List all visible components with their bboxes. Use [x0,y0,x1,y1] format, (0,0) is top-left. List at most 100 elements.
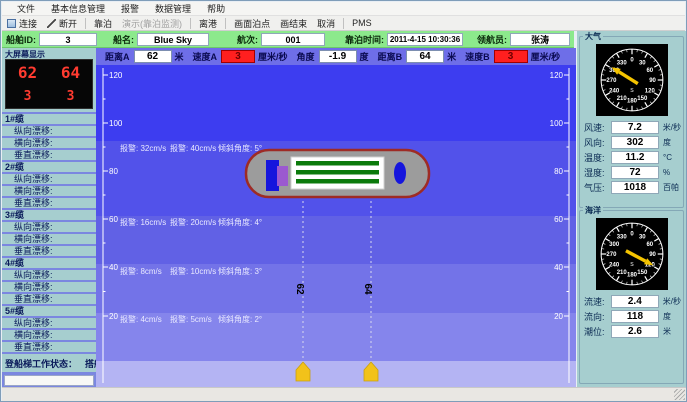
menu-item[interactable]: 文件 [10,1,42,16]
menu-item[interactable]: 报警 [114,1,146,16]
gauge-label: 210 [616,96,627,102]
tick-label: 80 [554,167,563,176]
gauge-label: 300 [609,242,620,248]
info-field-voyage: 航次:001 [237,33,325,46]
environment-panel: 大气 0306090120150180210240270300330S 风速:7… [577,31,686,387]
field-unit-wind-direction: 度 [663,137,671,148]
cable-item: 横向漂移: [2,282,96,292]
cable-item: 纵向漂移: [2,174,96,184]
gauge-label: 60 [646,242,653,248]
status-bar [2,387,687,402]
info-field-value-ship-name[interactable]: Blue Sky [137,33,209,46]
left-sidebar: 大屏幕显示 62 64 3 3 1#缆纵向漂移:横向漂移:垂直漂移:2#缆纵向漂… [2,48,96,387]
field-label-wind-speed: 风速: [584,121,611,134]
alarm-speed-a-label: 报警: 8cm/s [120,266,162,276]
field-unit-current-direction: 度 [663,311,671,322]
big-screen-display-group: 大屏幕显示 62 64 3 3 [2,48,96,112]
alarm-tilt-label: 倾斜角度: 2° [218,314,262,324]
field-unit-humidity: % [663,168,670,177]
field-row-pressure: 气压:1018百帕 [584,180,681,194]
cable-item: 垂直漂移: [2,294,96,304]
toolbar-button-label: 画面泊点 [234,17,270,30]
menu-item[interactable]: 帮助 [200,1,232,16]
toolbar-button-cancel[interactable]: 取消 [312,16,340,31]
field-row-wind-speed: 风速:7.2米/秒 [584,120,681,134]
ship-graphic[interactable] [246,150,429,197]
meas-unit-angle: 度 [360,50,369,63]
ship-hatch-1 [296,161,379,166]
field-unit-current-speed: 米/秒 [663,296,681,307]
tick-label: 60 [109,215,118,224]
cable-group-header: 3#缆 [2,210,96,220]
cable-group: 1#缆纵向漂移:横向漂移:垂直漂移: [2,114,96,160]
ocean-group: 海洋 0306090120150180210240270300330S 流速:2… [579,210,684,384]
cable-item: 横向漂移: [2,138,96,148]
cable-group-header: 4#缆 [2,258,96,268]
disconnect-icon [47,19,56,28]
tick-label: 120 [550,71,564,80]
resize-grip-icon[interactable] [674,389,685,400]
tick-label: 20 [554,312,563,321]
sidebar-bottom-field[interactable] [4,375,94,386]
toolbar-button-berth[interactable]: 靠泊 [89,16,117,31]
field-row-temperature: 温度:11.2°C [584,150,681,164]
cable-group: 2#缆纵向漂移:横向漂移:垂直漂移: [2,162,96,208]
gauge-label: 60 [646,68,653,74]
cable-item: 垂直漂移: [2,246,96,256]
meas-unit-speed-a: 厘米/秒 [258,50,288,63]
toolbar-button-pms[interactable]: PMS [347,17,377,29]
toolbar-separator [225,18,226,29]
gauge-label: 180 [626,99,637,105]
gauge-label: 150 [637,270,648,276]
meas-value-distance-a[interactable]: 62 [134,50,172,63]
cable-item: 纵向漂移: [2,126,96,136]
meas-label-speed-a: 速度A [193,50,218,63]
info-field-value-pilot[interactable]: 张涛 [510,33,570,46]
cable-group: 4#缆纵向漂移: 横向漂移: 垂直漂移: [2,258,96,304]
cable-item: 纵向漂移: [2,270,96,280]
atmosphere-group: 大气 0306090120150180210240270300330S 风速:7… [579,36,684,208]
info-field-value-ship-id[interactable]: 3 [39,33,97,46]
field-label-tide-level: 潮位: [584,325,611,338]
toolbar-button-connect[interactable]: 连接 [2,16,42,31]
meas-value-distance-b[interactable]: 64 [406,50,444,63]
alarm-speed-b-label: 报警: 5cm/s [170,314,212,324]
led-distance-b: 64 [61,63,80,82]
info-field-value-berth-time[interactable]: 2011-4-15 10:30:36 [387,33,463,46]
menu-item[interactable]: 基本信息管理 [44,1,112,16]
gauge-label: 90 [649,252,656,258]
mooring-line-a: 62 [294,196,310,381]
field-label-wind-direction: 风向: [584,136,611,149]
menu-bar: 文件基本信息管理报警数据管理帮助 [2,2,685,16]
field-value-humidity: 72 [611,166,659,179]
mooring-cable-list: 1#缆纵向漂移:横向漂移:垂直漂移:2#缆纵向漂移:横向漂移:垂直漂移:3#缆纵… [2,114,96,354]
field-value-pressure: 1018 [611,181,659,194]
toolbar-separator [190,18,191,29]
gauge-label: 330 [616,234,627,240]
ocean-group-title: 海洋 [583,205,603,216]
menu-item[interactable]: 数据管理 [148,1,198,16]
cable-item: 纵向漂移: [2,222,96,232]
meas-value-angle[interactable]: -1.9 [319,50,357,63]
ship-hatch-3 [296,179,379,184]
info-field-pilot: 领航员:张涛 [477,33,570,46]
field-label-humidity: 湿度: [584,166,611,179]
toolbar-button-label: 靠泊 [94,17,112,30]
berthing-plot-area: 1201008060402012010080604020 报警: 32cm/s报… [96,65,576,387]
toolbar-button-depart[interactable]: 离港 [194,16,222,31]
info-field-value-voyage[interactable]: 001 [261,33,325,46]
gauge-label: 150 [637,96,648,102]
cable-group-header: 5#缆 [2,306,96,316]
toolbar-button-draw-berth-point[interactable]: 画面泊点 [229,16,275,31]
led-speed-a: 3 [24,89,32,104]
meas-label-speed-b: 速度B [465,50,490,63]
gauge-label: 240 [609,88,620,94]
gangway-status-label: 登船梯工作状态： [5,357,77,370]
info-field-label: 领航员: [477,33,507,46]
alarm-tilt-label: 倾斜角度: 4° [218,217,262,227]
toolbar-button-disconnect[interactable]: 断开 [42,16,82,31]
tick-label: 20 [109,312,118,321]
gauge-label: 90 [649,78,656,84]
toolbar-button-draw-end[interactable]: 画结束 [275,16,312,31]
alarm-speed-b-label: 报警: 40cm/s [170,143,216,153]
